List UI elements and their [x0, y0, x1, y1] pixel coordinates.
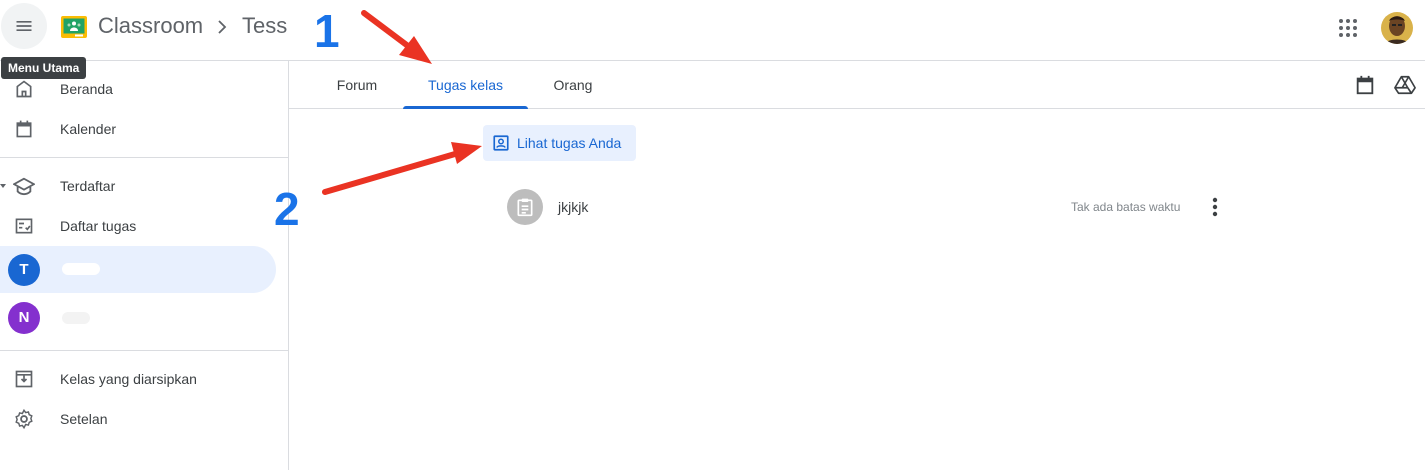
sidebar: Beranda Kalender Terdaftar Daftar tugas … [0, 61, 289, 470]
user-avatar[interactable] [1381, 12, 1413, 44]
gear-icon [13, 408, 35, 430]
sidebar-item-label: Beranda [60, 80, 113, 97]
redacted-class-name [62, 263, 100, 275]
tab-forum[interactable]: Forum [315, 61, 399, 108]
chevron-right-icon [218, 20, 227, 34]
tab-orang[interactable]: Orang [532, 61, 614, 108]
assignment-row[interactable]: jkjkjk Tak ada batas waktu [500, 185, 1230, 229]
tab-tugas-kelas[interactable]: Tugas kelas [403, 61, 528, 109]
app-title[interactable]: Classroom [98, 13, 203, 39]
assignment-title[interactable]: jkjkjk [558, 199, 588, 215]
main-menu-button[interactable] [1, 3, 47, 49]
top-bar: Classroom Tess [0, 0, 1425, 61]
class-avatar: N [8, 301, 40, 334]
school-icon [13, 175, 35, 197]
apps-grid-icon[interactable] [1337, 17, 1359, 39]
annotation-step-1: 1 [314, 5, 340, 57]
annotation-step-2: 2 [274, 183, 300, 235]
sidebar-item-label: Daftar tugas [60, 217, 137, 234]
calendar-icon[interactable] [1354, 74, 1376, 96]
menu-tooltip: Menu Utama [1, 57, 87, 79]
sidebar-item-label: Kalender [60, 120, 117, 137]
sidebar-item-label: Terdaftar [60, 177, 116, 194]
class-tabs: Forum Tugas kelas Orang [289, 61, 1425, 109]
calendar-icon [13, 118, 35, 140]
assignment-due: Tak ada batas waktu [1071, 200, 1181, 214]
checklist-icon [13, 215, 35, 237]
view-your-work-label: Lihat tugas Anda [517, 135, 622, 151]
assignment-ind-icon [493, 135, 509, 151]
sidebar-item-daftar-tugas[interactable]: Daftar tugas [0, 202, 276, 249]
user-photo [1381, 12, 1413, 44]
view-your-work-button[interactable]: Lihat tugas Anda [483, 125, 636, 161]
sidebar-item-label: Setelan [60, 410, 108, 427]
more-vert-icon[interactable] [1204, 195, 1226, 219]
archive-icon [13, 368, 35, 390]
sidebar-divider [0, 350, 288, 351]
annotation-arrow-2 [322, 142, 482, 195]
sidebar-divider [0, 157, 288, 158]
sidebar-item-class-n[interactable]: N [0, 294, 276, 341]
sidebar-item-class-t[interactable]: T [0, 246, 276, 293]
classroom-logo-icon[interactable] [61, 16, 87, 38]
assignment-icon [507, 189, 543, 225]
class-avatar: T [8, 253, 40, 286]
sidebar-item-kalender[interactable]: Kalender [0, 105, 276, 152]
hamburger-icon [16, 21, 32, 31]
app: Classroom Tess Menu Utama Beranda Kalend… [0, 0, 1425, 470]
drive-folder-icon[interactable] [1394, 74, 1416, 96]
redacted-class-name [62, 312, 90, 324]
sidebar-item-setelan[interactable]: Setelan [0, 395, 276, 442]
sidebar-item-label: Kelas yang diarsipkan [60, 370, 197, 387]
home-icon [13, 78, 35, 100]
class-title[interactable]: Tess [242, 13, 287, 39]
